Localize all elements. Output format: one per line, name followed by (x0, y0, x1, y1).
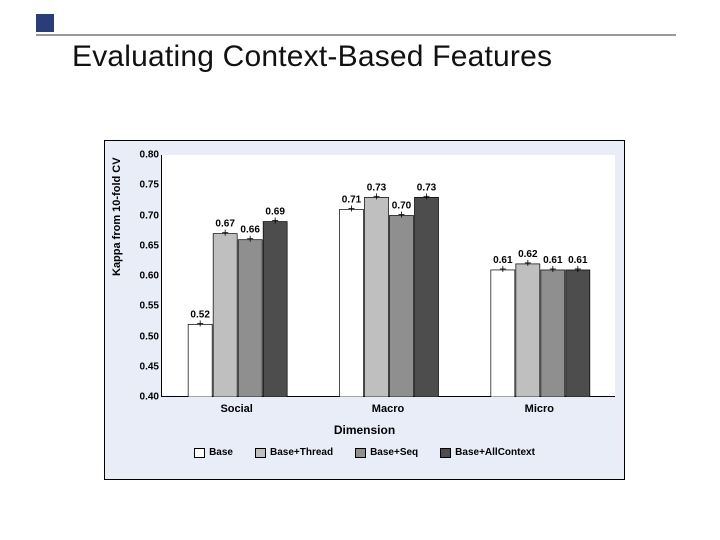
legend-swatch (255, 448, 266, 458)
svg-text:0.71: 0.71 (342, 194, 362, 205)
svg-text:0.73: 0.73 (367, 182, 387, 193)
y-tick-label: 0.40 (119, 392, 159, 403)
svg-text:0.52: 0.52 (190, 309, 210, 320)
y-tick-label: 0.65 (119, 240, 159, 251)
chart-svg: 0.52 0.67 0.66 0.69 0.71 0.73 0.70 0.73 0.61 0.62… (162, 155, 616, 397)
legend-item: Base+AllContext (440, 447, 535, 458)
svg-text:0.66: 0.66 (240, 225, 260, 236)
plot-area: 0.52 0.67 0.66 0.69 0.71 0.73 0.70 0.73 0.61 0.62… (161, 155, 615, 397)
legend-swatch (355, 448, 366, 458)
legend-label: Base+Seq (370, 447, 418, 458)
svg-text:0.61: 0.61 (493, 255, 513, 266)
legend-label: Base+Thread (270, 447, 333, 458)
legend-item: Base+Thread (255, 447, 333, 458)
slide-title: Evaluating Context-Based Features (72, 40, 552, 74)
legend-label: Base (209, 447, 233, 458)
y-tick-label: 0.80 (119, 150, 159, 161)
svg-text:0.62: 0.62 (518, 249, 538, 260)
legend: Base Base+Thread Base+Seq Base+AllContext (105, 447, 624, 458)
category-label: Social (187, 403, 287, 415)
y-tick-label: 0.60 (119, 271, 159, 282)
svg-text:0.70: 0.70 (392, 201, 412, 212)
y-tick-label: 0.55 (119, 301, 159, 312)
svg-text:0.73: 0.73 (417, 182, 437, 193)
legend-item: Base (194, 447, 233, 458)
x-axis-title: Dimension (105, 423, 624, 437)
svg-text:0.69: 0.69 (265, 207, 285, 218)
y-tick-label: 0.45 (119, 361, 159, 372)
legend-swatch (194, 448, 205, 458)
category-label: Macro (338, 403, 438, 415)
y-tick-label: 0.70 (119, 210, 159, 221)
legend-item: Base+Seq (355, 447, 418, 458)
category-label: Micro (489, 403, 589, 415)
svg-text:0.67: 0.67 (215, 219, 235, 230)
slide-bullet (36, 14, 54, 32)
svg-text:0.61: 0.61 (568, 255, 588, 266)
legend-swatch (440, 448, 451, 458)
svg-text:0.61: 0.61 (543, 255, 563, 266)
legend-label: Base+AllContext (455, 447, 535, 458)
y-tick-label: 0.50 (119, 331, 159, 342)
chart-frame: Kappa from 10-fold CV 0.520.670.660.690.… (104, 140, 625, 480)
y-tick-label: 0.75 (119, 180, 159, 191)
